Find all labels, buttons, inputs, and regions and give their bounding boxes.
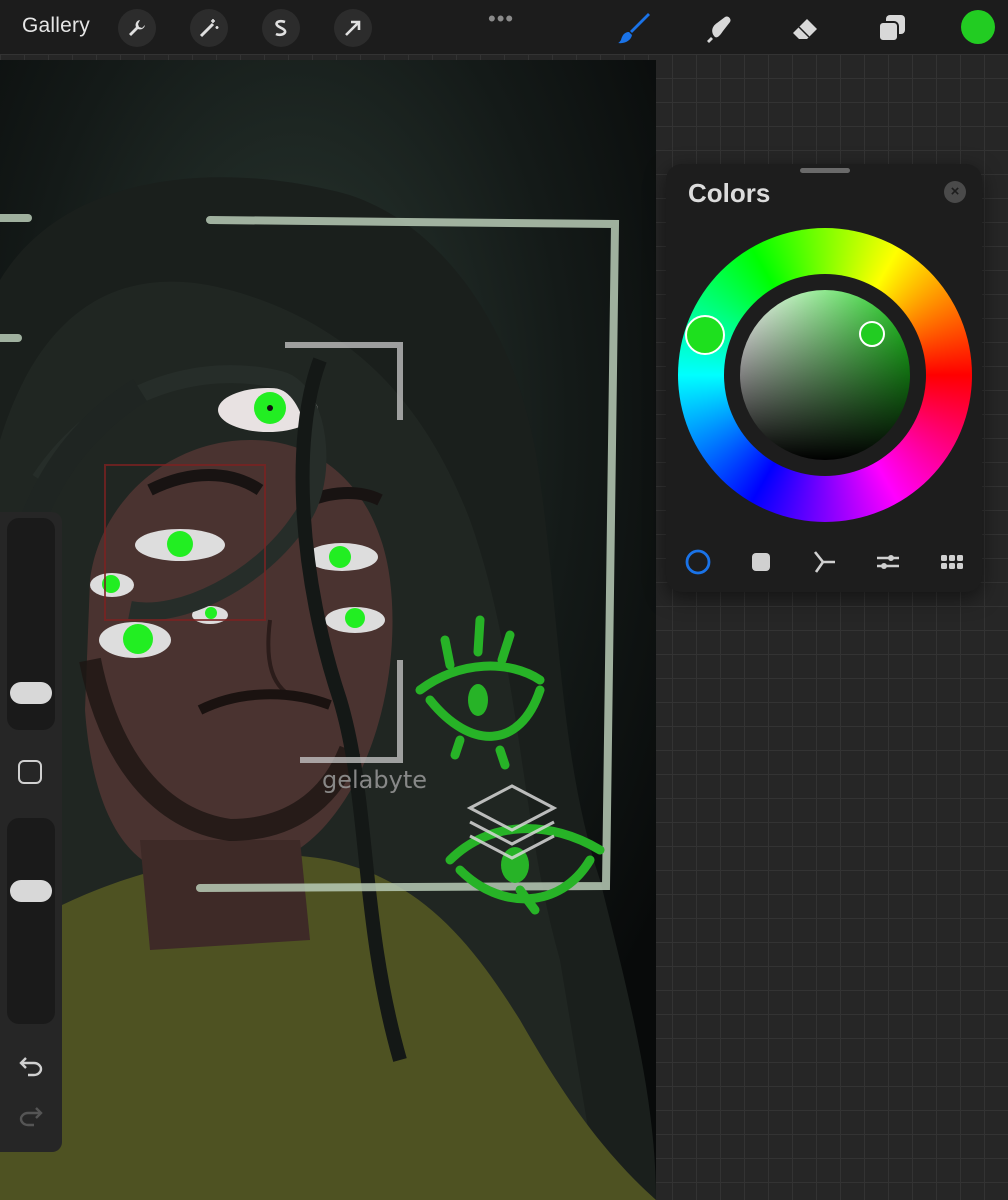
artist-signature: gelabyte xyxy=(322,766,427,794)
brush-size-knob[interactable] xyxy=(10,682,52,704)
disc-mode-icon[interactable] xyxy=(684,548,712,576)
transform-arrow-icon[interactable] xyxy=(334,9,372,47)
brush-size-slider[interactable] xyxy=(7,518,55,730)
panel-title: Colors xyxy=(688,178,771,208)
top-toolbar: Gallery ••• xyxy=(0,0,1008,54)
artwork-illustration xyxy=(0,60,656,1200)
more-options-icon[interactable]: ••• xyxy=(488,6,514,32)
eraser-icon[interactable] xyxy=(786,8,826,48)
smudge-icon[interactable] xyxy=(700,8,740,48)
color-picker-handle[interactable] xyxy=(859,321,885,347)
hue-ring[interactable] xyxy=(678,228,972,522)
harmony-mode-icon[interactable] xyxy=(811,548,839,576)
left-sidebar xyxy=(0,512,62,1152)
opacity-slider[interactable] xyxy=(7,818,55,1024)
magic-wand-icon[interactable] xyxy=(190,9,228,47)
wheel-gap xyxy=(724,274,926,476)
selection-icon[interactable] xyxy=(262,9,300,47)
saturation-brightness-disc[interactable] xyxy=(740,290,910,460)
redo-icon[interactable] xyxy=(18,1104,44,1133)
hue-handle[interactable] xyxy=(685,315,725,355)
canvas-artwork[interactable]: gelabyte xyxy=(0,60,656,1200)
palettes-mode-icon[interactable] xyxy=(938,548,966,576)
wrench-icon[interactable] xyxy=(118,9,156,47)
gallery-button[interactable]: Gallery xyxy=(22,14,90,38)
close-icon[interactable]: × xyxy=(944,181,966,203)
modify-button[interactable] xyxy=(18,760,42,784)
colors-panel: Colors × xyxy=(666,164,982,592)
brush-icon[interactable] xyxy=(614,8,654,48)
current-color-swatch[interactable] xyxy=(961,10,995,44)
opacity-knob[interactable] xyxy=(10,880,52,902)
value-mode-icon[interactable] xyxy=(874,548,902,576)
panel-grabber[interactable] xyxy=(800,168,850,173)
classic-mode-icon[interactable] xyxy=(747,548,775,576)
layers-icon[interactable] xyxy=(872,8,912,48)
undo-icon[interactable] xyxy=(18,1054,44,1083)
